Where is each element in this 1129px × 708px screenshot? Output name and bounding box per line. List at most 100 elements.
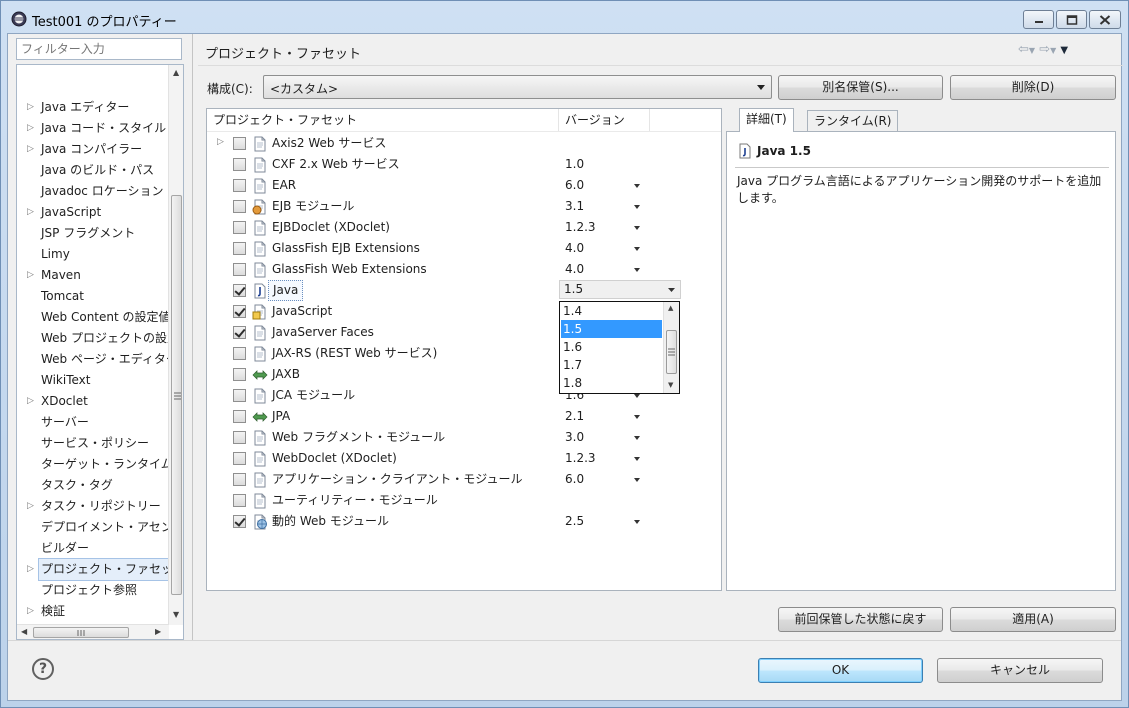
help-icon[interactable]: ? (32, 658, 54, 680)
preference-tree[interactable]: 実行/デバッグ設定▷検証プロジェクト参照▷プロジェクト・ファセットビルダーデプロ… (16, 64, 184, 640)
scroll-left-icon[interactable]: ◀ (21, 627, 27, 636)
version-dropdown-icon[interactable] (634, 415, 640, 419)
forward-icon[interactable]: ⇨ (1039, 42, 1050, 57)
facet-version[interactable]: 1.2.3 (565, 217, 596, 238)
facet-row[interactable]: EAR 6.0 (207, 175, 721, 196)
facet-row[interactable]: ユーティリティー・モジュール (207, 490, 721, 511)
filter-input[interactable] (16, 38, 182, 60)
facet-checkbox[interactable] (233, 242, 246, 255)
tree-item[interactable]: ▷ 検証 (17, 601, 169, 622)
facet-version[interactable]: 6.0 (565, 469, 584, 490)
cancel-button[interactable]: キャンセル (937, 658, 1103, 683)
version-dropdown-icon[interactable] (634, 247, 640, 251)
version-dropdown-icon[interactable] (634, 205, 640, 209)
facet-version[interactable]: 3.1 (565, 196, 584, 217)
tree-item[interactable]: ビルダー (17, 538, 169, 559)
tree-item[interactable]: JSP フラグメント (17, 223, 169, 244)
facet-checkbox[interactable] (233, 473, 246, 486)
ok-button[interactable]: OK (758, 658, 923, 683)
facet-row[interactable]: GlassFish EJB Extensions 4.0 (207, 238, 721, 259)
tree-horizontal-scrollbar[interactable]: ◀ ▶ (17, 624, 169, 639)
expand-arrow-icon[interactable]: ▷ (27, 265, 34, 286)
scroll-right-icon[interactable]: ▶ (155, 627, 161, 636)
facet-row[interactable]: Web フラグメント・モジュール 3.0 (207, 427, 721, 448)
delete-button[interactable]: 削除(D) (950, 75, 1116, 100)
tree-item[interactable]: サーバー (17, 412, 169, 433)
version-dropdown-icon[interactable] (634, 226, 640, 230)
version-dropdown-icon[interactable] (634, 436, 640, 440)
facet-checkbox[interactable] (233, 410, 246, 423)
facet-checkbox[interactable] (233, 263, 246, 276)
version-dropdown-icon[interactable] (634, 457, 640, 461)
version-dropdown-icon[interactable] (634, 394, 640, 398)
facet-row[interactable]: EJB モジュール 3.1 (207, 196, 721, 217)
tree-item[interactable]: ▷ プロジェクト・ファセット (17, 558, 183, 581)
facet-checkbox[interactable] (233, 305, 246, 318)
facet-version[interactable]: 1.2.3 (565, 448, 596, 469)
scroll-up-icon[interactable]: ▲ (668, 304, 673, 312)
tree-item[interactable]: ▷ Java エディター (17, 97, 169, 118)
tree-item[interactable]: Limy (17, 244, 169, 265)
tree-item[interactable]: ▷ XDoclet (17, 391, 169, 412)
facet-checkbox[interactable] (233, 137, 246, 150)
facet-checkbox[interactable] (233, 389, 246, 402)
facets-table[interactable]: プロジェクト・ファセット バージョン ▷ Axis2 Web サービス CXF 2.… (206, 108, 722, 591)
facet-version[interactable]: 6.0 (565, 175, 584, 196)
configuration-combo[interactable]: <カスタム> (263, 75, 772, 99)
view-menu-icon[interactable]: ▼ (1060, 45, 1068, 56)
facet-checkbox[interactable] (233, 179, 246, 192)
tree-item[interactable]: Java のビルド・パス (17, 160, 169, 181)
scroll-down-icon[interactable]: ▼ (173, 610, 179, 619)
facet-checkbox[interactable] (233, 221, 246, 234)
tree-item[interactable]: デプロイメント・アセンブリー (17, 517, 183, 538)
facet-checkbox[interactable] (233, 431, 246, 444)
minimize-button[interactable] (1023, 10, 1054, 29)
facet-version[interactable]: 4.0 (565, 259, 584, 280)
facet-row[interactable]: GlassFish Web Extensions 4.0 (207, 259, 721, 280)
close-window-button[interactable] (1089, 10, 1121, 29)
tree-hscroll-thumb[interactable] (33, 627, 129, 638)
column-header-facet[interactable]: プロジェクト・ファセット (207, 109, 559, 131)
tree-item[interactable]: プロジェクト参照 (17, 580, 169, 601)
tree-item[interactable]: ▷ タスク・リポジトリー (17, 496, 169, 517)
title-bar[interactable]: Test001 のプロパティー (1, 1, 1128, 37)
facet-row[interactable]: JPA 2.1 (207, 406, 721, 427)
version-dropdown-list[interactable]: 1.4 1.5 1.6 1.7 1.8 ▲ ▼ (559, 301, 680, 394)
tree-item[interactable]: Web プロジェクトの設定 (17, 328, 179, 349)
facet-checkbox[interactable] (233, 494, 246, 507)
facet-version[interactable]: 3.0 (565, 427, 584, 448)
facet-row[interactable]: CXF 2.x Web サービス 1.0 (207, 154, 721, 175)
expand-arrow-icon[interactable]: ▷ (27, 559, 34, 580)
facet-checkbox[interactable] (233, 284, 246, 297)
tree-item[interactable]: ターゲット・ランタイム (17, 454, 173, 475)
version-dropdown-icon[interactable] (634, 268, 640, 272)
version-editor-combo[interactable]: 1.5 (559, 280, 681, 299)
facet-checkbox[interactable] (233, 368, 246, 381)
tree-scroll-thumb[interactable] (171, 195, 182, 595)
tree-item[interactable]: ▷ Maven (17, 265, 169, 286)
expand-arrow-icon[interactable]: ▷ (27, 97, 34, 118)
tree-item[interactable]: Web Content の設定値 (17, 307, 171, 328)
save-as-button[interactable]: 別名保管(S)... (778, 75, 943, 100)
version-dropdown-icon[interactable] (634, 478, 640, 482)
tree-item[interactable]: WikiText (17, 370, 169, 391)
version-list-scrollbar[interactable]: ▲ ▼ (663, 302, 679, 393)
tree-item[interactable]: ▷ JavaScript (17, 202, 169, 223)
expand-arrow-icon[interactable]: ▷ (27, 391, 34, 412)
pane-sash[interactable] (192, 34, 193, 640)
back-icon[interactable]: ⇦ (1018, 42, 1029, 57)
tree-item[interactable]: Tomcat (17, 286, 169, 307)
expand-arrow-icon[interactable]: ▷ (27, 202, 34, 223)
version-list-thumb[interactable] (666, 330, 677, 374)
back-menu-icon[interactable]: ▼ (1029, 46, 1035, 55)
facet-row[interactable]: EJBDoclet (XDoclet) 1.2.3 (207, 217, 721, 238)
version-option[interactable]: 1.7 (561, 356, 662, 374)
tree-item[interactable]: Web ページ・エディター (17, 349, 178, 370)
version-option[interactable]: 1.8 (561, 374, 662, 392)
column-header-version[interactable]: バージョン (559, 109, 650, 131)
expand-arrow-icon[interactable]: ▷ (27, 601, 34, 622)
tree-item[interactable]: ▷ Java コンパイラー (17, 139, 169, 160)
tab-runtime[interactable]: ランタイム(R) (807, 110, 899, 131)
facet-row[interactable]: ▷ Axis2 Web サービス (207, 133, 721, 154)
tree-item[interactable]: サービス・ポリシー (17, 433, 169, 454)
